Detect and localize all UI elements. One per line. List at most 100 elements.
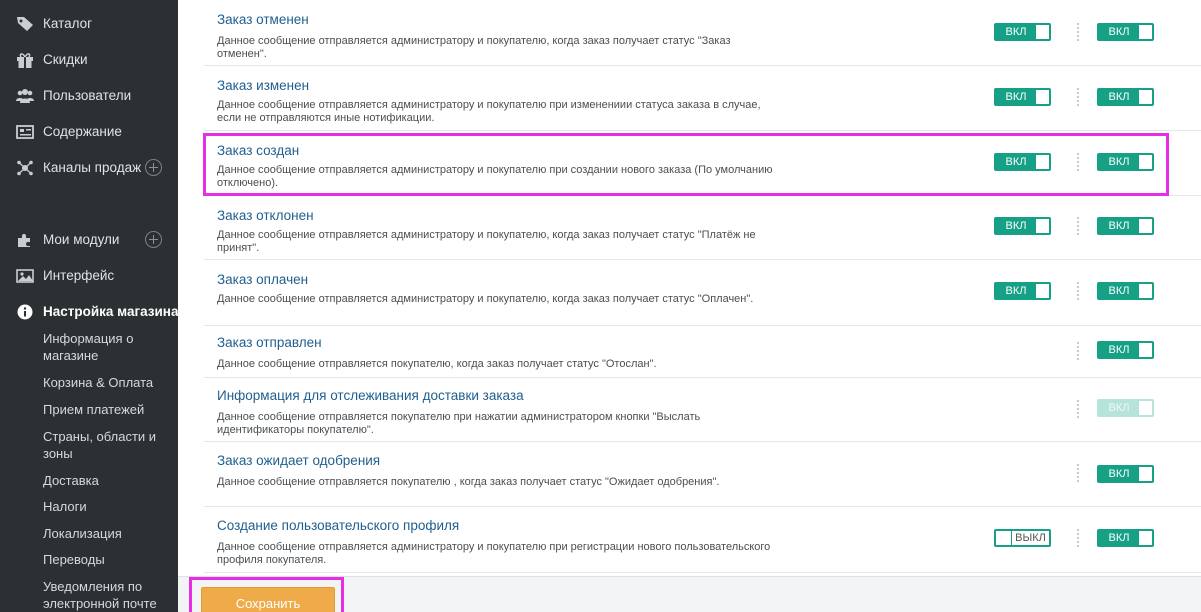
admin-toggle[interactable]: ВКЛ — [994, 23, 1051, 41]
column-separator — [1077, 153, 1079, 171]
notification-description: Данное сообщение отправляется покупателю… — [217, 358, 657, 370]
notification-row: Заказ оплачен Данное сообщение отправляе… — [204, 260, 1201, 326]
notification-title[interactable]: Заказ оплачен — [217, 272, 308, 287]
tag-icon — [17, 17, 33, 31]
info-icon — [17, 304, 33, 320]
column-separator — [1077, 217, 1079, 235]
customer-toggle[interactable]: ВКЛ — [1097, 465, 1154, 483]
notification-description: Данное сообщение отправляется администра… — [217, 99, 761, 124]
toggle-label: ВКЛ — [1099, 219, 1139, 233]
sidebar-item-label: Каталог — [43, 15, 93, 31]
notifications-panel: Заказ отменен Данное сообщение отправляе… — [178, 0, 1201, 612]
toggle-label: ВЫКЛ — [1011, 531, 1049, 545]
sidebar-subitem-cart-payment[interactable]: Корзина & Оплата — [43, 374, 173, 391]
notification-description: Данное сообщение отправляется администра… — [217, 164, 773, 189]
notification-title[interactable]: Создание пользовательского профиля — [217, 518, 459, 533]
sidebar-item-content[interactable]: Содержание — [0, 116, 178, 146]
notification-row: Заказ создан Данное сообщение отправляет… — [204, 131, 1201, 196]
sidebar-subitem-payment-methods[interactable]: Прием платежей — [43, 401, 173, 418]
sidebar-item-label: Пользователи — [43, 87, 132, 103]
gift-icon — [17, 53, 33, 68]
add-module-button[interactable] — [145, 231, 162, 248]
column-separator — [1077, 400, 1079, 418]
notification-row: Информация для отслеживания доставки зак… — [204, 378, 1201, 442]
toggle-label: ВКЛ — [1099, 25, 1139, 39]
network-icon — [17, 160, 33, 176]
notification-title[interactable]: Заказ отклонен — [217, 208, 314, 223]
sidebar-subitem-localization[interactable]: Локализация — [43, 525, 173, 542]
save-button[interactable]: Сохранить — [201, 587, 335, 612]
customer-toggle[interactable]: ВКЛ — [1097, 529, 1154, 547]
puzzle-icon — [18, 234, 30, 247]
column-separator — [1077, 529, 1079, 547]
notification-row: Заказ изменен Данное сообщение отправляе… — [204, 66, 1201, 131]
notification-title[interactable]: Информация для отслеживания доставки зак… — [217, 388, 524, 403]
notification-description: Данное сообщение отправляется администра… — [217, 229, 756, 254]
sidebar-subitem-email-notifications[interactable]: Уведомления по электронной почте — [43, 578, 173, 612]
notification-title[interactable]: Заказ отменен — [217, 12, 309, 27]
toggle-label: ВКЛ — [1099, 284, 1139, 298]
notification-title[interactable]: Заказ ожидает одобрения — [217, 453, 380, 468]
toggle-label: ВКЛ — [1099, 343, 1139, 357]
notification-title[interactable]: Заказ изменен — [217, 78, 309, 93]
admin-toggle[interactable]: ВКЛ — [994, 153, 1051, 171]
notification-title[interactable]: Заказ отправлен — [217, 335, 322, 350]
toggle-label: ВКЛ — [1099, 90, 1139, 104]
notification-row: Создание пользовательского профиля Данно… — [204, 507, 1201, 573]
customer-toggle[interactable]: ВКЛ — [1097, 341, 1154, 359]
notification-description: Данное сообщение отправляется администра… — [217, 293, 754, 305]
sidebar-item-label: Настройка магазина — [43, 303, 178, 319]
notification-description: Данное сообщение отправляется покупателю… — [217, 476, 720, 488]
sidebar-item-discounts[interactable]: Скидки — [0, 44, 178, 74]
customer-toggle[interactable]: ВКЛ — [1097, 153, 1154, 171]
admin-toggle[interactable]: ВЫКЛ — [994, 529, 1051, 547]
customer-toggle[interactable]: ВКЛ — [1097, 23, 1154, 41]
toggle-label: ВКЛ — [996, 90, 1036, 104]
toggle-label: ВКЛ — [996, 25, 1036, 39]
sidebar-item-label: Содержание — [43, 123, 122, 139]
sidebar-subitem-shipping[interactable]: Доставка — [43, 472, 173, 489]
toggle-label: ВКЛ — [996, 284, 1036, 298]
sidebar-item-label: Мои модули — [43, 231, 120, 247]
sidebar-item-store-settings[interactable]: Настройка магазина — [0, 296, 178, 326]
notification-description: Данное сообщение отправляется администра… — [217, 35, 731, 60]
toggle-label: ВКЛ — [1099, 467, 1139, 481]
sidebar: Каталог Скидки Пользователи Содержание К… — [0, 0, 178, 612]
admin-toggle[interactable]: ВКЛ — [994, 282, 1051, 300]
notification-title[interactable]: Заказ создан — [217, 143, 299, 158]
sidebar-item-sales-channels[interactable]: Каналы продаж — [0, 152, 178, 182]
users-icon — [16, 89, 34, 103]
sidebar-item-interface[interactable]: Интерфейс — [0, 260, 178, 290]
notification-description: Данное сообщение отправляется покупателю… — [217, 411, 701, 436]
column-separator — [1077, 464, 1079, 482]
toggle-label: ВКЛ — [1099, 401, 1139, 415]
sidebar-subitem-taxes[interactable]: Налоги — [43, 498, 173, 515]
sidebar-subitem-countries[interactable]: Страны, области и зоны — [43, 428, 173, 462]
sidebar-item-my-modules[interactable]: Мои модули — [0, 224, 178, 254]
column-separator — [1077, 23, 1079, 41]
sidebar-item-catalog[interactable]: Каталог — [0, 8, 178, 38]
admin-toggle[interactable]: ВКЛ — [994, 88, 1051, 106]
add-sales-channel-button[interactable] — [145, 159, 162, 176]
notification-description: Данное сообщение отправляется администра… — [217, 541, 771, 566]
toggle-label: ВКЛ — [1099, 531, 1139, 545]
toggle-label: ВКЛ — [996, 155, 1036, 169]
sidebar-item-label: Каналы продаж — [43, 159, 142, 175]
toggle-label: ВКЛ — [996, 219, 1036, 233]
image-icon — [16, 269, 34, 283]
newspaper-icon — [16, 125, 34, 139]
customer-toggle[interactable]: ВКЛ — [1097, 282, 1154, 300]
notification-row: Заказ отклонен Данное сообщение отправля… — [204, 196, 1201, 260]
notification-row: Заказ отправлен Данное сообщение отправл… — [204, 326, 1201, 378]
customer-toggle[interactable]: ВКЛ — [1097, 399, 1154, 417]
sidebar-subitem-translations[interactable]: Переводы — [43, 551, 173, 568]
customer-toggle[interactable]: ВКЛ — [1097, 217, 1154, 235]
column-separator — [1077, 282, 1079, 300]
column-separator — [1077, 342, 1079, 360]
notification-row: Заказ отменен Данное сообщение отправляе… — [204, 0, 1201, 66]
sidebar-subitem-store-info[interactable]: Информация о магазине — [43, 330, 173, 364]
customer-toggle[interactable]: ВКЛ — [1097, 88, 1154, 106]
sidebar-item-users[interactable]: Пользователи — [0, 80, 178, 110]
admin-toggle[interactable]: ВКЛ — [994, 217, 1051, 235]
toggle-label: ВКЛ — [1099, 155, 1139, 169]
